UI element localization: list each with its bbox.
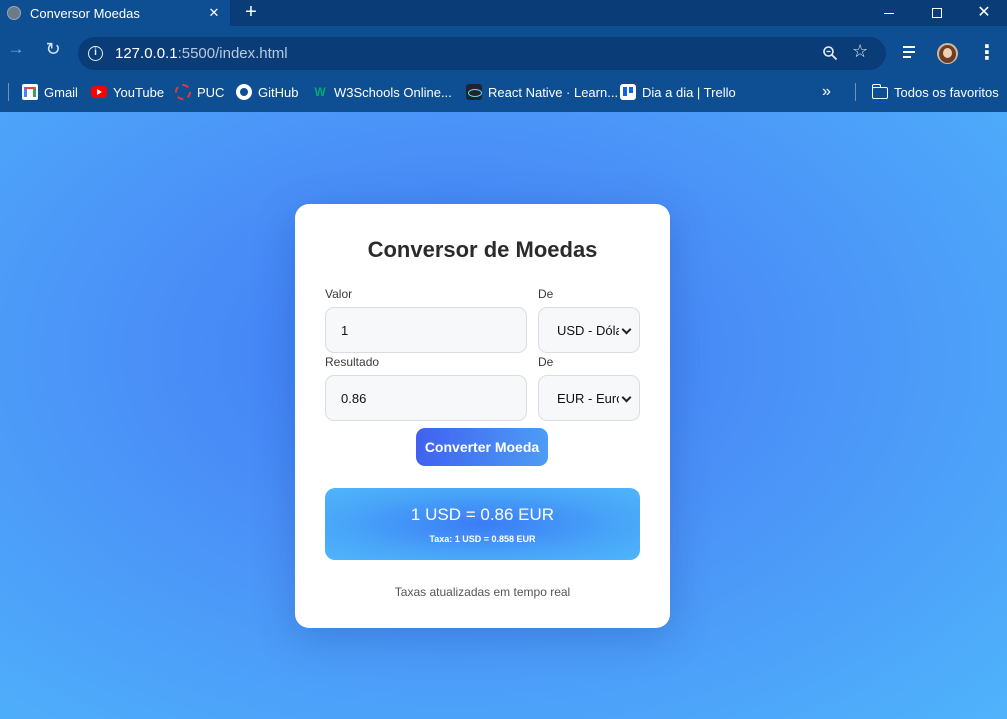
close-tab-icon[interactable]: ✕	[206, 5, 222, 21]
tab-title: Conversor Moedas	[30, 5, 140, 21]
page-title: Conversor de Moedas	[367, 237, 598, 262]
bookmark-label: Gmail	[44, 84, 78, 100]
bookmarks-divider	[8, 83, 9, 101]
bookmark-label: Dia a dia | Trello	[642, 84, 736, 100]
new-tab-button[interactable]: +	[240, 2, 262, 24]
all-bookmarks-label: Todos os favoritos	[894, 84, 999, 100]
maximize-icon	[932, 8, 942, 18]
bookmark-puc[interactable]: PUC	[175, 82, 224, 102]
value-input[interactable]: 1	[325, 307, 527, 353]
forward-icon[interactable]: →	[5, 38, 27, 60]
zoom-icon[interactable]	[822, 45, 838, 61]
page-viewport: Conversor de Moedas Valor De 1 USD - Dól…	[0, 112, 1007, 719]
url-host: 127.0.0.1	[115, 45, 178, 62]
bookmark-label: React Native · Learn...	[488, 84, 619, 100]
to-currency-value: EUR - Euro	[557, 390, 619, 406]
bookmark-star-icon[interactable]: ☆	[852, 41, 868, 62]
minimize-button[interactable]	[866, 0, 912, 26]
title-bar: Conversor Moedas ✕ + ✕	[0, 0, 1007, 26]
github-icon	[236, 84, 252, 100]
close-window-button[interactable]: ✕	[961, 0, 1007, 26]
url-text[interactable]: 127.0.0.1:5500/index.html	[115, 45, 288, 62]
media-control-icon[interactable]	[903, 46, 921, 60]
bookmark-github[interactable]: GitHub	[236, 82, 298, 102]
from-currency-value: USD - Dólar	[557, 322, 619, 338]
from-label: De	[538, 287, 554, 301]
bookmark-w3schools[interactable]: W W3Schools Online...	[312, 82, 452, 102]
site-info-icon[interactable]: i	[88, 46, 103, 61]
url-path: :5500/index.html	[177, 45, 288, 62]
result-rate-text: Taxa: 1 USD = 0.858 EUR	[429, 534, 536, 544]
maximize-button[interactable]	[914, 0, 960, 26]
to-currency-select[interactable]: EUR - Euro	[538, 375, 640, 421]
close-icon: ✕	[977, 4, 991, 21]
puc-icon	[175, 84, 191, 100]
address-bar[interactable]: i 127.0.0.1:5500/index.html ☆	[78, 37, 886, 70]
menu-kebab-icon[interactable]: ⋮	[977, 43, 997, 63]
to-label: De	[538, 355, 554, 369]
bookmarks-divider	[855, 83, 856, 101]
more-bookmarks-icon[interactable]: »	[822, 82, 831, 102]
convert-button[interactable]: Converter Moeda	[416, 428, 548, 466]
result-display: 1 USD = 0.86 EUR Taxa: 1 USD = 0.858 EUR	[325, 488, 640, 560]
trello-icon	[620, 84, 636, 100]
all-bookmarks-folder[interactable]: Todos os favoritos	[871, 82, 999, 102]
bookmark-label: PUC	[197, 84, 225, 100]
browser-toolbar: → ↻ i 127.0.0.1:5500/index.html ☆ ⋮	[0, 26, 1007, 72]
result-main-text: 1 USD = 0.86 EUR	[410, 505, 555, 524]
browser-tab[interactable]: Conversor Moedas ✕	[0, 0, 230, 26]
bookmark-react-native[interactable]: React Native · Learn...	[466, 82, 618, 102]
gmail-icon	[22, 84, 38, 100]
w3schools-icon: W	[314, 85, 326, 99]
bookmark-label: YouTube	[113, 84, 165, 100]
bookmark-youtube[interactable]: YouTube	[91, 82, 164, 102]
update-note: Taxas atualizadas em tempo real	[394, 585, 571, 599]
chevron-down-icon	[621, 392, 632, 403]
youtube-icon	[91, 86, 107, 98]
converter-card: Conversor de Moedas Valor De 1 USD - Dól…	[295, 204, 670, 628]
value-label: Valor	[325, 287, 353, 301]
bookmark-trello[interactable]: Dia a dia | Trello	[620, 82, 736, 102]
result-label: Resultado	[325, 355, 380, 369]
bookmark-label: W3Schools Online...	[334, 84, 452, 100]
react-icon	[466, 84, 482, 100]
bookmark-gmail[interactable]: Gmail	[22, 82, 78, 102]
bookmark-label: GitHub	[258, 84, 299, 100]
folder-icon	[871, 84, 888, 99]
globe-icon	[7, 6, 21, 20]
result-field[interactable]: 0.86	[325, 375, 527, 421]
reload-icon[interactable]: ↻	[42, 38, 64, 60]
profile-avatar[interactable]	[937, 43, 958, 64]
chevron-down-icon	[621, 324, 632, 335]
minimize-icon	[884, 12, 894, 14]
bookmarks-bar: Gmail YouTube PUC GitHub W W3Schools Onli…	[0, 72, 1007, 112]
from-currency-select[interactable]: USD - Dólar	[538, 307, 640, 353]
